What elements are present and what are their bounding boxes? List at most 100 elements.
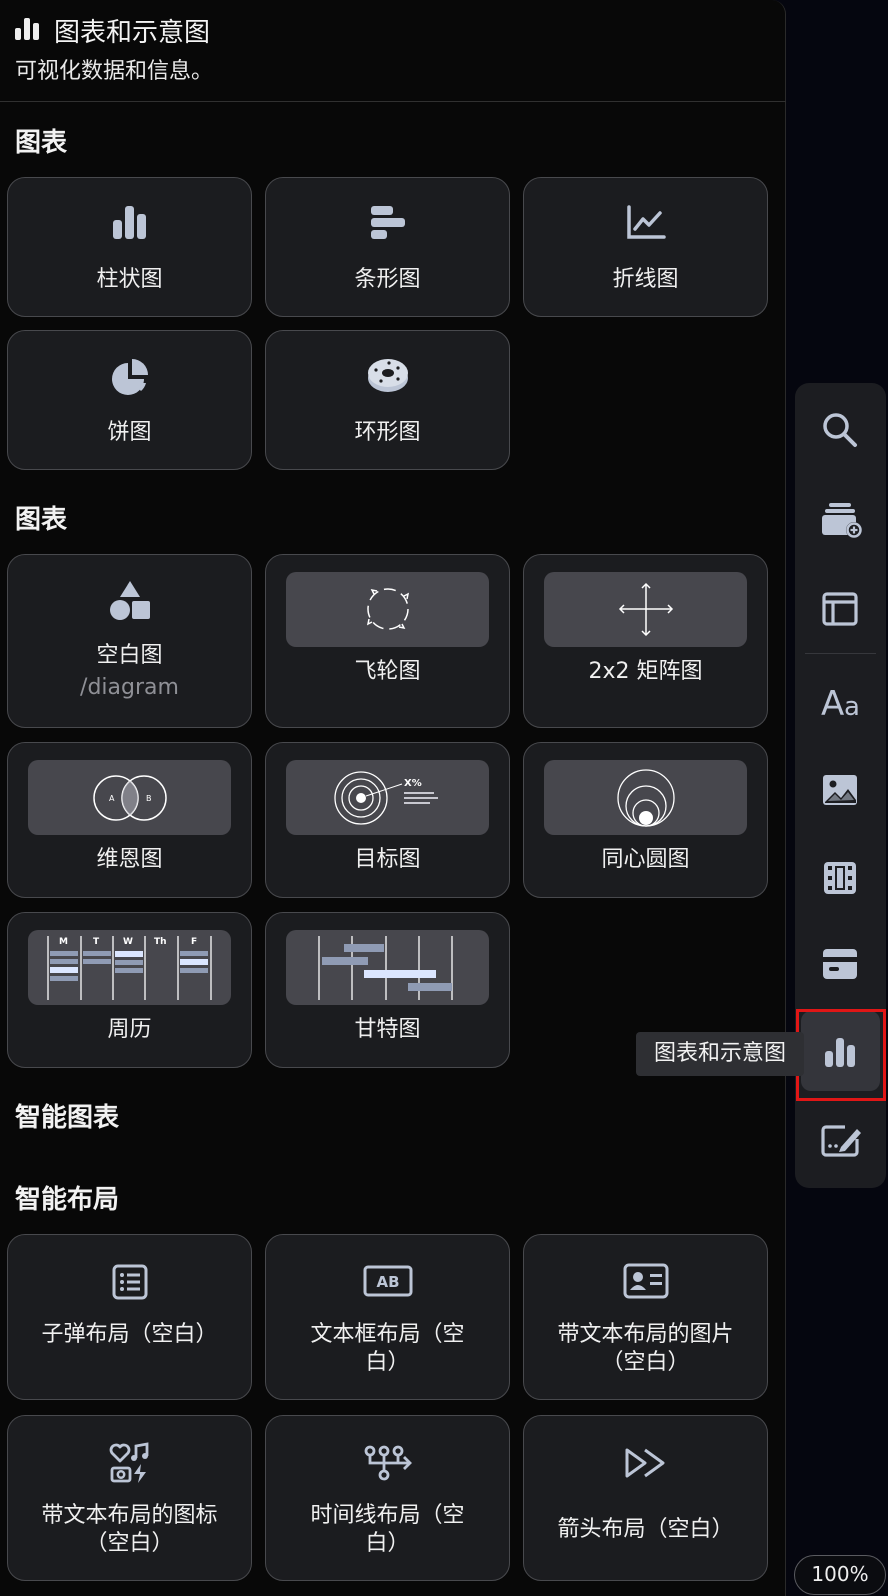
week-calendar-thumbnail: M T W Th F <box>28 930 231 1005</box>
flywheel-icon <box>366 588 410 630</box>
section-title-diagrams: 图表 <box>15 505 68 535</box>
card-label: 维恩图 <box>96 847 163 872</box>
weekday-label: W <box>123 937 133 947</box>
card-label: 条形图 <box>354 267 421 292</box>
card-label: 饼图 <box>107 420 152 445</box>
bar-chart-icon <box>15 18 39 40</box>
panel-title: 图表和示意图 <box>54 18 211 48</box>
bar-chart-icon <box>112 206 146 239</box>
flywheel-diagram-card[interactable]: 飞轮图 <box>265 554 510 728</box>
text-box-glyph: AB <box>376 1273 399 1291</box>
venn-label-b: B <box>146 794 152 803</box>
form-icon <box>821 1125 861 1157</box>
pie-chart-icon <box>111 359 148 395</box>
video-button[interactable] <box>795 837 886 917</box>
svg-text:A: A <box>821 684 844 721</box>
embed-button[interactable] <box>795 923 886 1003</box>
concentric-diagram-card[interactable]: 同心圆图 <box>523 742 768 898</box>
gantt-thumbnail <box>286 930 489 1005</box>
card-label: 甘特图 <box>354 1017 421 1042</box>
donut-chart-icon <box>367 359 408 392</box>
venn-label-a: A <box>109 794 115 803</box>
search-icon <box>823 413 857 447</box>
layout-button[interactable] <box>795 569 886 649</box>
timeline-icon <box>364 1445 412 1481</box>
card-label: 子弹布局（空白） <box>41 1322 218 1347</box>
shapes-icon <box>109 581 150 620</box>
card-label-line-2: （空白） <box>601 1350 690 1375</box>
weekday-label: M <box>59 937 68 947</box>
image-with-text-layout-card[interactable]: 带文本布局的图片 （空白） <box>523 1234 768 1400</box>
concentric-circles-icon <box>617 769 675 827</box>
contact-card-icon <box>623 1263 668 1299</box>
line-chart-card[interactable]: 折线图 <box>523 177 768 317</box>
slash-command: /diagram <box>80 675 179 700</box>
target-icon: X% <box>334 771 438 825</box>
section-title-charts: 图表 <box>15 128 68 158</box>
bullets-layout-card[interactable]: 子弹布局（空白） <box>7 1234 252 1400</box>
line-chart-icon <box>626 205 666 239</box>
weekday-label: F <box>191 937 197 947</box>
section-title-smart-layouts: 智能布局 <box>15 1185 120 1215</box>
card-label-line-2: 白） <box>365 1531 410 1556</box>
zoom-level[interactable]: 100% <box>794 1555 886 1595</box>
tooltip: 图表和示意图 <box>636 1032 804 1076</box>
fast-forward-icon <box>625 1448 664 1478</box>
icons-collage-icon <box>109 1442 148 1483</box>
toolbar-divider <box>805 653 876 654</box>
horizontal-bar-chart-card[interactable]: 条形图 <box>265 177 510 317</box>
card-label-line-1: 带文本布局的图标 <box>41 1503 218 1528</box>
weekday-label: T <box>93 937 100 947</box>
card-label-line-2: （空白） <box>85 1531 174 1556</box>
venn-thumbnail: A B <box>28 760 231 835</box>
card-label: 柱状图 <box>96 267 163 292</box>
card-label: 环形图 <box>354 420 421 445</box>
crosshair-icon <box>618 582 674 637</box>
timeline-layout-card[interactable]: 时间线布局（空 白） <box>265 1415 510 1581</box>
flywheel-thumbnail <box>286 572 489 647</box>
blank-diagram-card[interactable]: 空白图 /diagram <box>7 554 252 728</box>
target-diagram-card[interactable]: X% 目标图 <box>265 742 510 898</box>
card-label: 周历 <box>107 1017 152 1042</box>
gantt-icon <box>318 936 453 1000</box>
charts-diagrams-panel: 图表和示意图 可视化数据和信息。 图表 柱状图 条形图 折线图 饼图 环形图 图… <box>0 0 786 1596</box>
card-label: 2x2 矩阵图 <box>588 659 703 684</box>
pie-chart-card[interactable]: 饼图 <box>7 330 252 470</box>
selection-highlight <box>796 1009 886 1101</box>
image-button[interactable] <box>795 749 886 829</box>
add-card-button[interactable] <box>795 479 886 559</box>
image-icon <box>823 775 857 805</box>
panel-subtitle: 可视化数据和信息。 <box>15 59 214 84</box>
video-icon <box>824 862 856 894</box>
search-button[interactable] <box>795 389 886 469</box>
card-label: 箭头布局（空白） <box>557 1517 734 1542</box>
card-label-line-1: 文本框布局（空 <box>310 1322 465 1347</box>
textbox-layout-card[interactable]: AB 文本框布局（空 白） <box>265 1234 510 1400</box>
matrix-thumbnail <box>544 572 747 647</box>
text-button[interactable]: A a <box>795 661 886 741</box>
donut-chart-card[interactable]: 环形图 <box>265 330 510 470</box>
list-icon <box>112 1264 147 1300</box>
gantt-chart-card[interactable]: 甘特图 <box>265 912 510 1068</box>
card-label: 同心圆图 <box>601 847 690 872</box>
weekday-label: Th <box>154 937 167 947</box>
horizontal-bar-icon <box>370 206 405 239</box>
week-calendar-card[interactable]: M T W Th F 周历 <box>7 912 252 1068</box>
card-label: 折线图 <box>612 267 679 292</box>
card-label-line-1: 带文本布局的图片 <box>557 1322 734 1347</box>
venn-diagram-card[interactable]: A B 维恩图 <box>7 742 252 898</box>
form-button[interactable] <box>795 1099 886 1179</box>
arrows-layout-card[interactable]: 箭头布局（空白） <box>523 1415 768 1581</box>
card-label: 空白图 <box>96 643 163 668</box>
panel-header: 图表和示意图 可视化数据和信息。 <box>0 0 786 102</box>
layout-icon <box>822 592 858 626</box>
icons-with-text-layout-card[interactable]: 带文本布局的图标 （空白） <box>7 1415 252 1581</box>
matrix-diagram-card[interactable]: 2x2 矩阵图 <box>523 554 768 728</box>
text-box-icon: AB <box>363 1265 412 1297</box>
bar-chart-card[interactable]: 柱状图 <box>7 177 252 317</box>
card-label: 目标图 <box>354 847 421 872</box>
svg-text:a: a <box>844 692 860 721</box>
calendar-week-icon: M T W Th F <box>47 936 212 1000</box>
section-title-smart-charts: 智能图表 <box>15 1103 120 1133</box>
venn-icon: A B <box>93 775 167 821</box>
